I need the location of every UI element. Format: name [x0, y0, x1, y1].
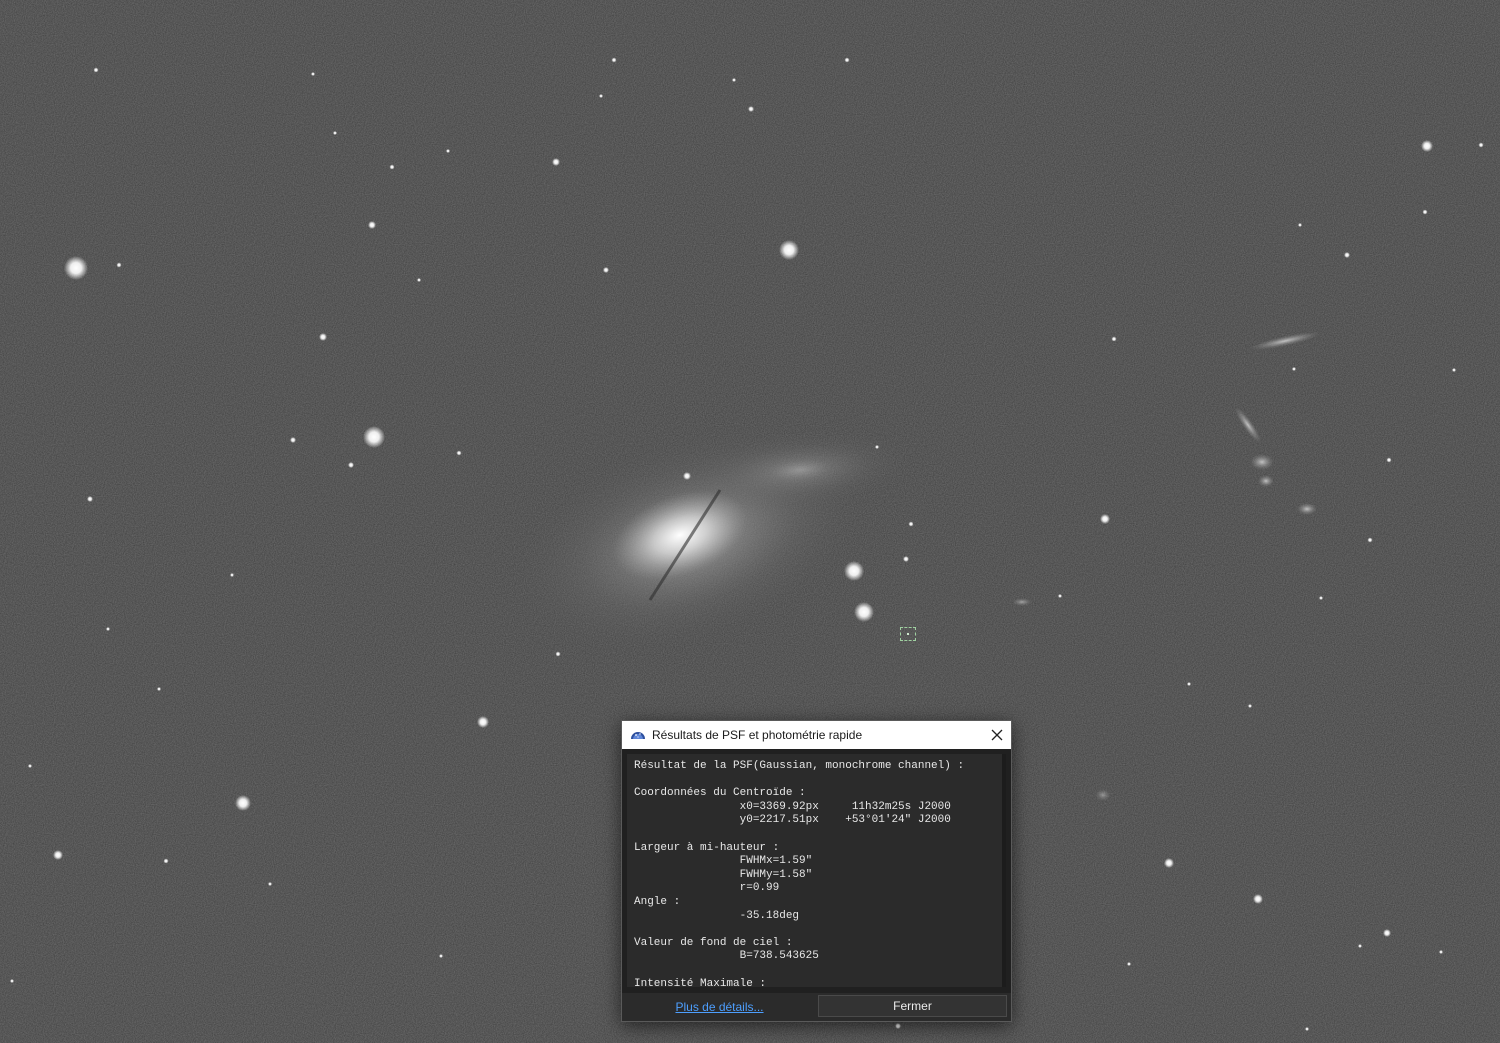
selection-rectangle[interactable]	[900, 627, 916, 641]
selection-center-marker	[907, 633, 909, 635]
psf-results-dialog: Résultats de PSF et photométrie rapide R…	[621, 720, 1012, 1022]
dialog-title: Résultats de PSF et photométrie rapide	[652, 728, 863, 742]
dialog-footer: Plus de détails... Fermer	[622, 993, 1011, 1021]
dialog-titlebar[interactable]: Résultats de PSF et photométrie rapide	[622, 721, 1011, 749]
more-details-link[interactable]: Plus de détails...	[622, 993, 817, 1021]
psf-report-text: Résultat de la PSF(Gaussian, monochrome …	[634, 760, 965, 987]
psf-report-textview[interactable]: Résultat de la PSF(Gaussian, monochrome …	[627, 754, 1006, 987]
close-icon[interactable]	[983, 721, 1011, 749]
close-button[interactable]: Fermer	[818, 995, 1007, 1017]
siril-app-icon	[630, 727, 646, 743]
